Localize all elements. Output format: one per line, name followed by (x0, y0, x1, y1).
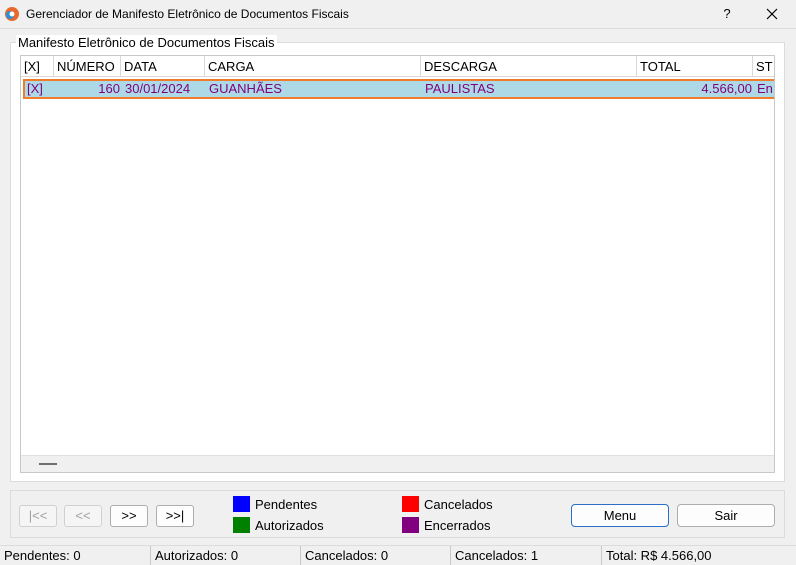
row-descarga-cell: PAULISTAS (425, 81, 495, 96)
first-record-button[interactable]: |<< (19, 505, 57, 527)
row-number-cell: 160 (98, 81, 120, 96)
manifest-grid[interactable]: [X] NÚMERO DATA CARGA DESCARGA TOTAL ST … (20, 55, 775, 473)
title-bar: Gerenciador de Manifesto Eletrônico de D… (0, 0, 796, 29)
legend-swatch-autorizados (233, 517, 250, 533)
status-cancelados-2: Cancelados: 1 (451, 546, 602, 565)
column-header-status[interactable]: ST (753, 56, 774, 77)
status-autorizados: Autorizados: 0 (151, 546, 301, 565)
legend-encerrados: Encerrados (402, 517, 490, 533)
grid-header: [X] NÚMERO DATA CARGA DESCARGA TOTAL ST (21, 56, 774, 77)
column-header-number[interactable]: NÚMERO (54, 56, 121, 77)
table-row[interactable]: [X] 160 30/01/2024 GUANHÃES PAULISTAS 4.… (23, 79, 774, 99)
legend-label-encerrados: Encerrados (424, 517, 491, 533)
horizontal-scrollbar[interactable] (21, 455, 774, 472)
scrollbar-thumb[interactable] (39, 463, 57, 465)
exit-button[interactable]: Sair (677, 504, 775, 527)
groupbox-title: Manifesto Eletrônico de Documentos Fisca… (16, 35, 277, 50)
legend-label-cancelados: Cancelados (424, 496, 493, 512)
close-button[interactable] (757, 2, 787, 26)
column-header-select[interactable]: [X] (21, 56, 54, 77)
row-select-cell[interactable]: [X] (25, 81, 56, 97)
legend-swatch-encerrados (402, 517, 419, 533)
help-button[interactable]: ? (712, 2, 742, 26)
legend-autorizados: Autorizados (233, 517, 324, 533)
previous-record-button[interactable]: << (64, 505, 102, 527)
app-logo-icon (5, 7, 19, 21)
window-title: Gerenciador de Manifesto Eletrônico de D… (26, 7, 349, 21)
row-carga-cell: GUANHÃES (209, 81, 282, 96)
column-header-total[interactable]: TOTAL (637, 56, 753, 77)
status-pendentes: Pendentes: 0 (0, 546, 151, 565)
legend-pendentes: Pendentes (233, 496, 317, 512)
legend-cancelados: Cancelados (402, 496, 493, 512)
legend-swatch-cancelados (402, 496, 419, 512)
last-record-button[interactable]: >>| (156, 505, 194, 527)
status-total: Total: R$ 4.566,00 (606, 548, 712, 563)
menu-button[interactable]: Menu (571, 504, 669, 527)
next-record-button[interactable]: >> (110, 505, 148, 527)
row-date-cell: 30/01/2024 (125, 81, 191, 96)
column-header-carga[interactable]: CARGA (205, 56, 421, 77)
column-header-descarga[interactable]: DESCARGA (421, 56, 637, 77)
column-header-date[interactable]: DATA (121, 56, 205, 77)
status-bar: Pendentes: 0 Autorizados: 0 Cancelados: … (0, 545, 796, 565)
legend-label-autorizados: Autorizados (255, 517, 324, 533)
status-cancelados: Cancelados: 0 (301, 546, 451, 565)
row-total-cell: 4.566,00 (701, 81, 752, 96)
legend-label-pendentes: Pendentes (255, 496, 318, 512)
legend-swatch-pendentes (233, 496, 250, 512)
close-icon (766, 8, 778, 20)
row-status-cell: En (757, 81, 773, 96)
